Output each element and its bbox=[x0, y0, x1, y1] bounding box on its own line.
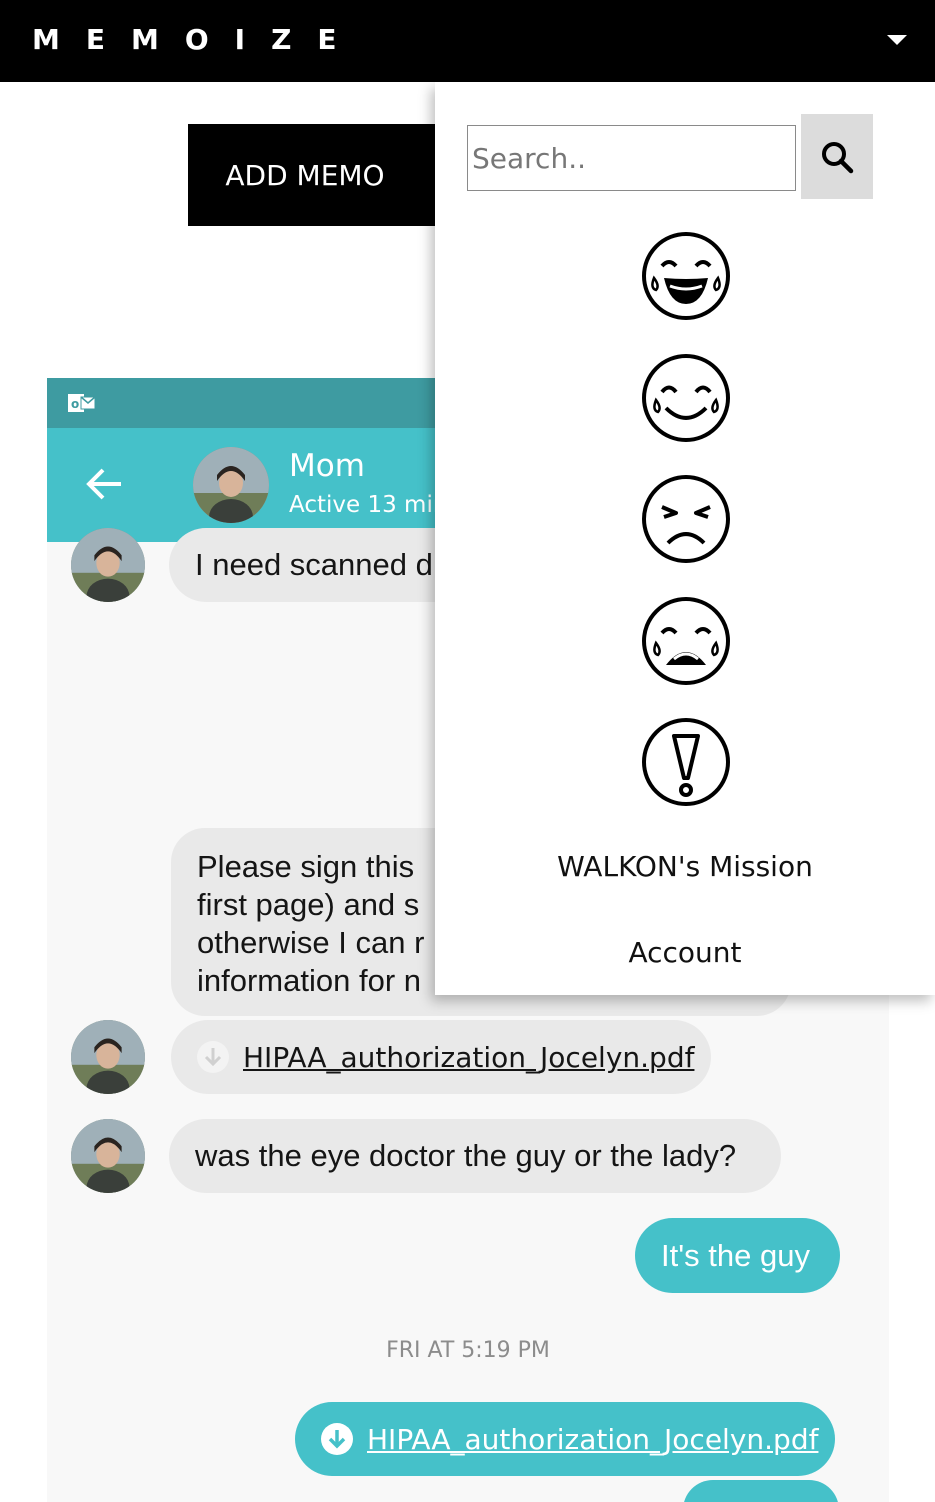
mission-link[interactable]: WALKON's Mission bbox=[435, 850, 935, 883]
outgoing-message-bubble-partial bbox=[683, 1480, 839, 1502]
contact-status: Active 13 mir bbox=[289, 492, 443, 518]
dropdown-menu: WALKON's Mission Account bbox=[435, 82, 935, 995]
file-link[interactable]: HIPAA_authorization_Jocelyn.pdf bbox=[367, 1423, 818, 1456]
outgoing-file-attachment-bubble[interactable]: HIPAA_authorization_Jocelyn.pdf bbox=[295, 1402, 835, 1476]
sender-avatar bbox=[71, 528, 145, 602]
crying-emoji-icon[interactable] bbox=[640, 595, 732, 687]
search-button[interactable] bbox=[801, 114, 873, 199]
menu-dropdown-icon[interactable] bbox=[887, 35, 907, 45]
top-nav-bar: MEMOIZE bbox=[0, 0, 935, 82]
alarmed-emoji-icon[interactable] bbox=[640, 716, 732, 808]
search-input[interactable] bbox=[467, 125, 796, 191]
download-icon bbox=[321, 1423, 353, 1455]
search-icon bbox=[822, 141, 854, 173]
contact-avatar bbox=[193, 447, 269, 523]
message-line: first page) and s bbox=[197, 887, 420, 922]
smiling-tears-emoji-icon[interactable] bbox=[640, 352, 732, 444]
message-bubble: was the eye doctor the guy or the lady? bbox=[169, 1119, 781, 1193]
outgoing-message-bubble: It's the guy bbox=[635, 1218, 840, 1293]
message-line: information for n bbox=[197, 963, 421, 998]
svg-text:o: o bbox=[71, 397, 79, 411]
back-arrow-icon[interactable] bbox=[85, 466, 125, 502]
contact-name: Mom bbox=[289, 448, 365, 484]
message-line: otherwise I can r bbox=[197, 925, 425, 960]
download-icon bbox=[197, 1041, 229, 1073]
add-memo-button[interactable]: ADD MEMO bbox=[188, 124, 448, 226]
file-attachment-bubble[interactable]: HIPAA_authorization_Jocelyn.pdf bbox=[171, 1020, 711, 1094]
message-line: Please sign this bbox=[197, 849, 415, 884]
message-timestamp: FRI AT 5:19 PM bbox=[386, 1338, 550, 1363]
account-link[interactable]: Account bbox=[435, 936, 935, 969]
angry-emoji-icon[interactable] bbox=[640, 473, 732, 565]
brand-logo[interactable]: MEMOIZE bbox=[32, 22, 363, 58]
outlook-icon: o bbox=[68, 394, 96, 412]
sender-avatar bbox=[71, 1119, 145, 1193]
laughing-tears-emoji-icon[interactable] bbox=[640, 230, 732, 322]
file-link[interactable]: HIPAA_authorization_Jocelyn.pdf bbox=[243, 1041, 694, 1074]
sender-avatar bbox=[71, 1020, 145, 1094]
